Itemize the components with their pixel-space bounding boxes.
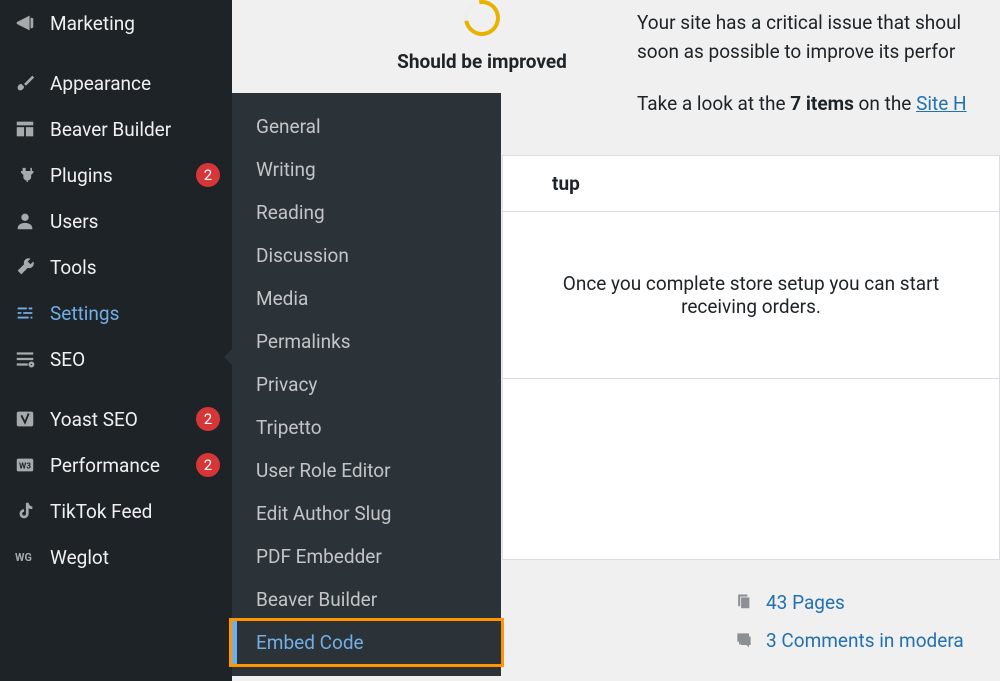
site-health-link[interactable]: Site H [916, 92, 966, 115]
megaphone-icon [12, 10, 38, 36]
w3tc-icon: W3 [12, 452, 38, 478]
sidebar-item-label: Performance [50, 454, 190, 477]
svg-text:WG: WG [15, 551, 32, 564]
health-progress-icon [457, 0, 507, 43]
sidebar-item-label: Settings [50, 302, 220, 325]
weglot-icon: WG [12, 544, 38, 570]
update-badge: 2 [196, 407, 220, 431]
sidebar-item-beaver-builder[interactable]: Beaver Builder [0, 106, 232, 152]
dashboard-content: Should be improved Your site has a criti… [232, 0, 1000, 681]
sidebar-item-appearance[interactable]: Appearance [0, 60, 232, 106]
sidebar-item-weglot[interactable]: WG Weglot [0, 534, 232, 580]
sliders-icon [12, 300, 38, 326]
sidebar-item-label: Yoast SEO [50, 408, 190, 431]
svg-text:W3: W3 [19, 462, 31, 472]
at-a-glance-stats: 43 Pages 3 Comments in modera [732, 590, 964, 666]
sidebar-item-tools[interactable]: Tools [0, 244, 232, 290]
sidebar-item-label: Marketing [50, 12, 220, 35]
panel-header: xxxtup [503, 156, 999, 212]
wrench-icon [12, 254, 38, 280]
brush-icon [12, 70, 38, 96]
update-badge: 2 [196, 163, 220, 187]
sidebar-item-seo[interactable]: SEO [0, 336, 232, 382]
sidebar-item-settings[interactable]: Settings [0, 290, 232, 336]
user-icon [12, 208, 38, 234]
sidebar-item-label: Weglot [50, 546, 220, 569]
sidebar-item-users[interactable]: Users [0, 198, 232, 244]
health-status-label: Should be improved [302, 50, 662, 73]
plug-icon [12, 162, 38, 188]
stat-pages[interactable]: 43 Pages [732, 590, 964, 614]
sidebar-item-label: Users [50, 210, 220, 233]
sidebar-item-label: TikTok Feed [50, 500, 220, 523]
comments-icon [732, 628, 756, 652]
store-setup-panel: xxxtup Once you complete store setup you… [502, 155, 1000, 560]
sidebar-item-label: Tools [50, 256, 220, 279]
update-badge: 2 [196, 453, 220, 477]
sidebar-item-plugins[interactable]: Plugins 2 [0, 152, 232, 198]
sidebar-item-performance[interactable]: W3 Performance 2 [0, 442, 232, 488]
sidebar-item-label: Beaver Builder [50, 118, 220, 141]
tiktok-icon [12, 498, 38, 524]
pages-icon [732, 590, 756, 614]
admin-sidebar: Marketing Appearance Beaver Builder Plug… [0, 0, 232, 681]
site-health-text: Your site has a critical issue that shou… [637, 8, 1000, 118]
sidebar-item-label: Appearance [50, 72, 220, 95]
site-health-widget: Should be improved [302, 0, 662, 73]
sidebar-item-label: SEO [50, 348, 220, 371]
lines-icon [12, 346, 38, 372]
yoast-icon [12, 406, 38, 432]
sidebar-item-tiktok[interactable]: TikTok Feed [0, 488, 232, 534]
layout-icon [12, 116, 38, 142]
sidebar-item-yoast[interactable]: Yoast SEO 2 [0, 396, 232, 442]
sidebar-item-marketing[interactable]: Marketing [0, 0, 232, 46]
sidebar-item-label: Plugins [50, 164, 190, 187]
stat-comments[interactable]: 3 Comments in modera [732, 628, 964, 652]
panel-body: Once you complete store setup you can st… [503, 212, 999, 379]
